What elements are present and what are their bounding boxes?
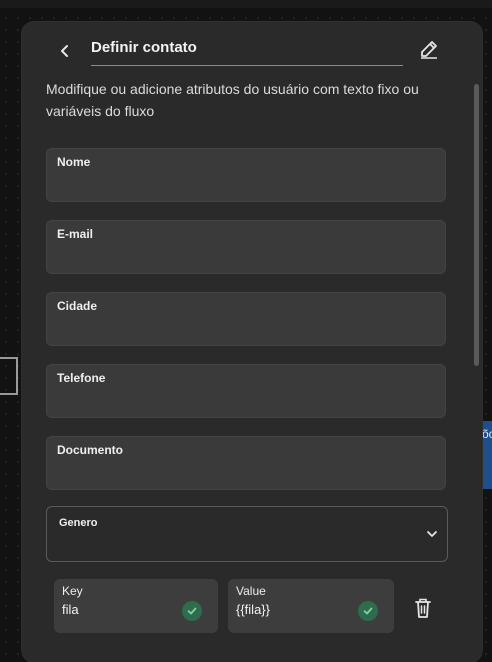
back-button[interactable]: [52, 38, 78, 64]
canvas-node-label: õc: [482, 427, 492, 441]
top-bar: [0, 0, 492, 8]
email-label: E-mail: [57, 227, 94, 241]
phone-label: Telefone: [57, 371, 106, 385]
city-label: Cidade: [57, 299, 98, 313]
gender-select[interactable]: Genero: [46, 506, 448, 562]
key-label: Key: [62, 584, 83, 598]
email-field[interactable]: E-mail: [46, 220, 446, 274]
check-circle-icon: [358, 601, 378, 621]
delete-attribute-button[interactable]: [410, 595, 436, 621]
edit-title-button[interactable]: [415, 35, 443, 63]
value-label: Value: [236, 584, 266, 598]
document-field[interactable]: Documento: [46, 436, 446, 490]
city-field[interactable]: Cidade: [46, 292, 446, 346]
canvas-connector: [0, 357, 18, 395]
check-circle-icon: [182, 601, 202, 621]
key-input[interactable]: Key fila: [54, 579, 218, 633]
panel-scrollbar[interactable]: [474, 84, 479, 366]
value-value: {{fila}}: [236, 602, 270, 617]
phone-field[interactable]: Telefone: [46, 364, 446, 418]
key-value: fila: [62, 602, 79, 617]
value-input[interactable]: Value {{fila}}: [228, 579, 394, 633]
name-field[interactable]: Nome: [46, 148, 446, 202]
set-contact-panel: Definir contato Modifique ou adicione at…: [22, 22, 482, 662]
panel-description: Modifique ou adicione atributos do usuár…: [46, 81, 419, 119]
title-underline: [91, 65, 403, 66]
chevron-left-icon: [61, 45, 68, 57]
gender-label: Genero: [59, 517, 98, 529]
panel-header: Definir contato: [22, 22, 482, 78]
document-label: Documento: [57, 443, 123, 457]
name-label: Nome: [57, 155, 91, 169]
pencil-icon: [421, 41, 437, 59]
panel-title: Definir contato: [91, 39, 197, 56]
trash-icon: [415, 598, 431, 618]
chevron-down-icon: [427, 531, 437, 537]
